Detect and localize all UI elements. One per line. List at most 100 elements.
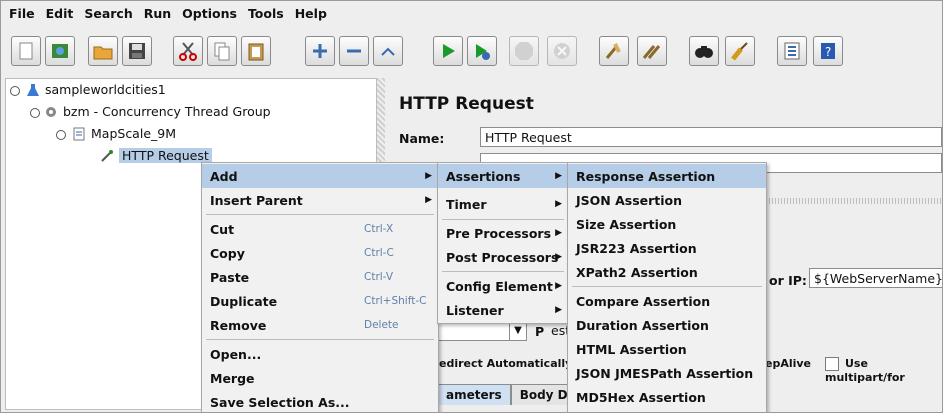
stop-icon[interactable] xyxy=(509,36,539,66)
gear-icon xyxy=(44,105,58,119)
menu-item-md5hex-assertion[interactable]: MD5Hex Assertion xyxy=(568,385,766,409)
server-name-field[interactable]: ${WebServerName} xyxy=(809,268,942,288)
method-select[interactable]: ▼ xyxy=(427,321,527,341)
new-icon[interactable] xyxy=(11,36,41,66)
menu-item-open[interactable]: Open... xyxy=(202,342,438,366)
help-icon[interactable]: ? xyxy=(813,36,843,66)
menu-item-timer[interactable]: Timer ▶ xyxy=(438,192,568,216)
menu-item-insert-parent[interactable]: Insert Parent ▶ xyxy=(202,188,438,212)
submenu-arrow-icon: ▶ xyxy=(555,228,562,238)
tree-node-label: MapScale_9M xyxy=(91,126,176,141)
menu-item-compare-assertion[interactable]: Compare Assertion xyxy=(568,289,766,313)
keepalive-label: epAlive xyxy=(765,357,812,370)
menu-item-jsr223-assertion[interactable]: JSR223 Assertion xyxy=(568,236,766,260)
add-submenu: Assertions ▶ Timer ▶ Pre Processors ▶ Post … xyxy=(437,162,569,324)
controller-icon xyxy=(72,127,86,141)
shutdown-icon[interactable] xyxy=(547,36,577,66)
menu-item-config-element[interactable]: Config Element ▶ xyxy=(438,274,568,298)
tree-toggle-handle[interactable] xyxy=(30,108,40,118)
tree-node-label: HTTP Request xyxy=(119,148,212,163)
multipart-option[interactable]: Use multipart/for xyxy=(825,357,942,384)
submenu-arrow-icon: ▶ xyxy=(555,252,562,262)
menu-item-add[interactable]: Add ▶ xyxy=(202,164,438,188)
menu-help[interactable]: Help xyxy=(295,6,327,21)
jmeter-window: File Edit Search Run Options Tools Help … xyxy=(0,0,943,413)
server-label: or IP: xyxy=(769,273,807,288)
menu-search[interactable]: Search xyxy=(84,6,132,21)
submenu-arrow-icon: ▶ xyxy=(425,171,432,181)
chevron-down-icon: ▼ xyxy=(509,322,526,340)
paste-icon[interactable] xyxy=(241,36,271,66)
menu-item-cut[interactable]: Cut Ctrl-X xyxy=(202,217,438,241)
tree-node-thread-group[interactable]: bzm - Concurrency Thread Group xyxy=(44,104,271,119)
section-divider xyxy=(757,198,942,204)
submenu-arrow-icon: ▶ xyxy=(555,199,562,209)
menu-separator xyxy=(572,286,762,287)
menu-separator xyxy=(206,339,434,340)
redirect-auto-label: edirect Automatically xyxy=(439,357,573,370)
panel-title: HTTP Request xyxy=(399,94,534,114)
save-icon[interactable] xyxy=(122,36,152,66)
multipart-checkbox[interactable] xyxy=(825,357,839,371)
menu-tools[interactable]: Tools xyxy=(248,6,284,21)
tab-parameters[interactable]: ameters xyxy=(437,384,511,405)
menu-item-duplicate[interactable]: Duplicate Ctrl+Shift-C xyxy=(202,289,438,313)
menu-options[interactable]: Options xyxy=(182,6,237,21)
collapse-icon[interactable] xyxy=(339,36,369,66)
menu-item-save-selection[interactable]: Save Selection As... xyxy=(202,390,438,412)
assertions-submenu: Response Assertion JSON Assertion Size A… xyxy=(567,162,767,412)
menu-item-listener[interactable]: Listener ▶ xyxy=(438,298,568,322)
menu-separator xyxy=(442,219,564,220)
tree-toggle-handle[interactable] xyxy=(56,130,66,140)
submenu-arrow-icon: ▶ xyxy=(555,171,562,181)
menu-item-copy[interactable]: Copy Ctrl-C xyxy=(202,241,438,265)
templates-icon[interactable] xyxy=(45,36,75,66)
submenu-arrow-icon: ▶ xyxy=(425,195,432,205)
menu-separator xyxy=(442,271,564,272)
menu-item-html-assertion[interactable]: HTML Assertion xyxy=(568,337,766,361)
submenu-arrow-icon: ▶ xyxy=(555,281,562,291)
reset-search-icon[interactable] xyxy=(725,36,755,66)
menu-item-remove[interactable]: Remove Delete xyxy=(202,313,438,337)
menu-item-pre-processors[interactable]: Pre Processors ▶ xyxy=(438,221,568,245)
menu-item-json-assertion[interactable]: JSON Assertion xyxy=(568,188,766,212)
menu-run[interactable]: Run xyxy=(144,6,171,21)
tree-node-controller[interactable]: MapScale_9M xyxy=(72,126,176,141)
clear-icon[interactable] xyxy=(599,36,629,66)
menu-item-json-jmespath-assertion[interactable]: JSON JMESPath Assertion xyxy=(568,361,766,385)
menu-file[interactable]: File xyxy=(9,6,35,21)
toggle-icon[interactable] xyxy=(373,36,403,66)
path-label: P xyxy=(535,324,545,339)
name-field[interactable]: HTTP Request xyxy=(480,127,942,147)
tree-node-label: sampleworldcities1 xyxy=(45,82,166,97)
flask-icon xyxy=(26,83,40,97)
menu-item-post-processors[interactable]: Post Processors ▶ xyxy=(438,245,568,269)
submenu-arrow-icon: ▶ xyxy=(555,305,562,315)
copy-icon[interactable] xyxy=(207,36,237,66)
tree-node-test-plan[interactable]: sampleworldcities1 xyxy=(26,82,166,97)
cut-icon[interactable] xyxy=(173,36,203,66)
menu-item-response-assertion[interactable]: Response Assertion xyxy=(568,164,766,188)
toolbar: ? xyxy=(1,28,942,70)
tree-toggle-handle[interactable] xyxy=(10,86,20,96)
open-icon[interactable] xyxy=(88,36,118,66)
start-no-pause-icon[interactable] xyxy=(467,36,497,66)
clear-all-icon[interactable] xyxy=(637,36,667,66)
tree-node-http-request[interactable]: HTTP Request xyxy=(100,148,212,163)
menu-item-size-assertion[interactable]: Size Assertion xyxy=(568,212,766,236)
menu-item-merge[interactable]: Merge xyxy=(202,366,438,390)
menu-item-xpath2-assertion[interactable]: XPath2 Assertion xyxy=(568,260,766,284)
tree-node-label: bzm - Concurrency Thread Group xyxy=(63,104,271,119)
expand-icon[interactable] xyxy=(305,36,335,66)
menu-item-duration-assertion[interactable]: Duration Assertion xyxy=(568,313,766,337)
menu-separator xyxy=(206,214,434,215)
search-icon[interactable] xyxy=(689,36,719,66)
menu-item-paste[interactable]: Paste Ctrl-V xyxy=(202,265,438,289)
menu-bar: File Edit Search Run Options Tools Help xyxy=(1,1,942,25)
menu-item-assertions[interactable]: Assertions ▶ xyxy=(438,164,568,188)
pipette-icon xyxy=(100,149,114,163)
start-icon[interactable] xyxy=(433,36,463,66)
function-helper-icon[interactable] xyxy=(777,36,807,66)
menu-edit[interactable]: Edit xyxy=(46,6,74,21)
name-label: Name: xyxy=(399,131,445,146)
